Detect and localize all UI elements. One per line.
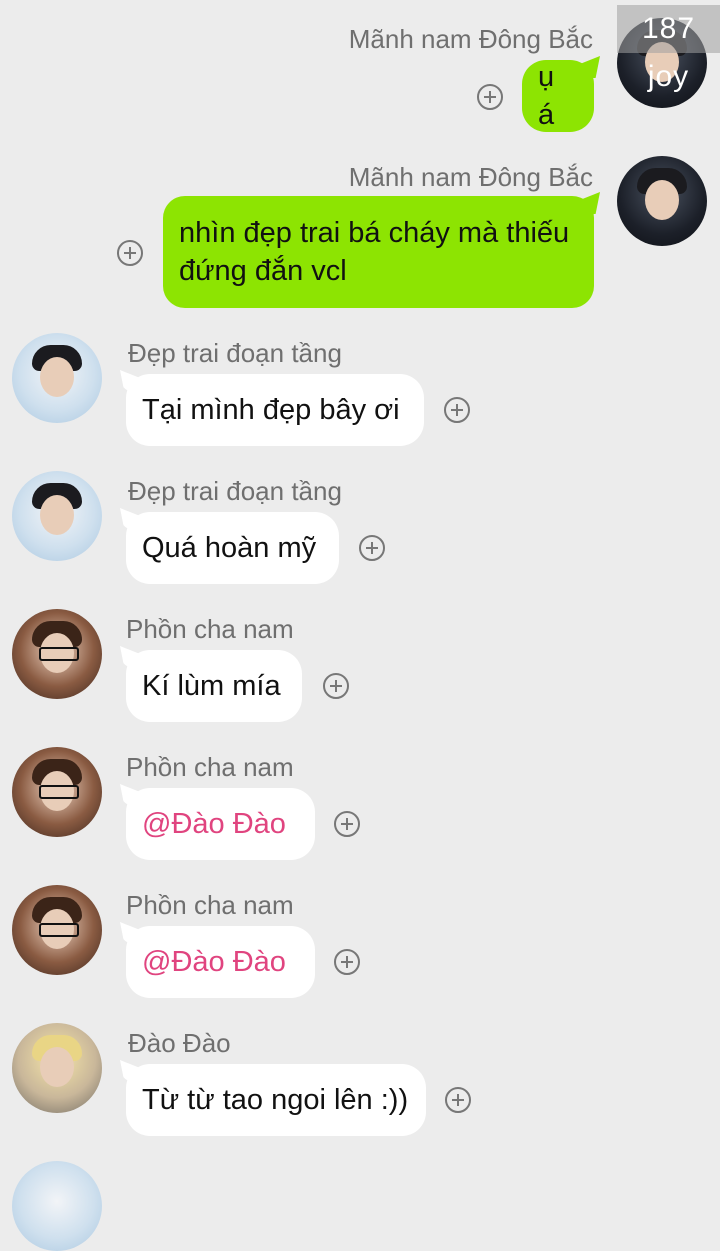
avatar[interactable] — [12, 1161, 102, 1251]
avatar[interactable] — [12, 471, 102, 561]
sender-name: Mãnh nam Đông Bắc — [348, 162, 593, 192]
message-bubble[interactable]: @Đào Đào — [126, 926, 315, 998]
message-text: ụ á — [538, 61, 555, 131]
sender-name: Phồn cha nam — [126, 752, 294, 782]
plus-circle-icon[interactable] — [334, 949, 360, 975]
sender-name: Đẹp trai đoạn tầng — [128, 338, 342, 368]
sender-name: Mãnh nam Đông Bắc — [348, 24, 593, 54]
plus-circle-icon[interactable] — [477, 84, 503, 110]
plus-circle-icon[interactable] — [444, 397, 470, 423]
plus-circle-icon[interactable] — [117, 240, 143, 266]
message-text: Từ từ tao ngoi lên :)) — [142, 1083, 409, 1116]
message-bubble[interactable]: Tại mình đẹp bây ơi — [126, 374, 424, 446]
message-bubble[interactable]: ụ á — [522, 60, 594, 132]
message-bubble[interactable]: Quá hoàn mỹ — [126, 512, 339, 584]
sender-name: Phồn cha nam — [126, 614, 294, 644]
avatar[interactable] — [617, 156, 707, 246]
plus-circle-icon[interactable] — [445, 1087, 471, 1113]
message-text: Tại mình đẹp bây ơi — [142, 393, 400, 426]
avatar[interactable] — [12, 609, 102, 699]
plus-circle-icon[interactable] — [359, 535, 385, 561]
sender-name: Phồn cha nam — [126, 890, 294, 920]
mention-link[interactable]: @Đào Đào — [142, 808, 286, 841]
message-bubble[interactable]: @Đào Đào — [126, 788, 315, 860]
message-text: Quá hoàn mỹ — [142, 531, 317, 564]
message-text: Kí lùm mía — [142, 669, 281, 702]
message-bubble[interactable]: nhìn đẹp trai bá cháy mà thiếu đứng đắn … — [163, 196, 594, 308]
avatar[interactable] — [12, 885, 102, 975]
watermark: 187 joy — [617, 5, 720, 93]
message-text: nhìn đẹp trai bá cháy mà thiếu đứng đắn … — [179, 217, 570, 287]
message-bubble[interactable]: Kí lùm mía — [126, 650, 302, 722]
avatar[interactable] — [12, 333, 102, 423]
sender-name: Đào Đào — [128, 1028, 231, 1058]
plus-circle-icon[interactable] — [323, 673, 349, 699]
plus-circle-icon[interactable] — [334, 811, 360, 837]
avatar[interactable] — [12, 1023, 102, 1113]
sender-name: Đẹp trai đoạn tầng — [128, 476, 342, 506]
avatar[interactable] — [12, 747, 102, 837]
message-bubble[interactable]: Từ từ tao ngoi lên :)) — [126, 1064, 426, 1136]
mention-link[interactable]: @Đào Đào — [142, 946, 286, 979]
